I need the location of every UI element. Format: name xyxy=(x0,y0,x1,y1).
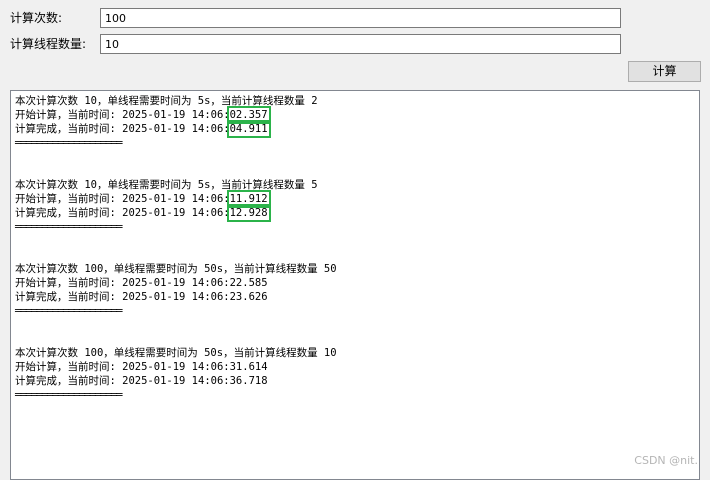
end-seconds: 36.718 xyxy=(229,375,268,387)
run-block: 本次计算次数 10，单线程需要时间为 5s，当前计算线程数量 2 开始计算，当前… xyxy=(15,94,695,150)
output-log[interactable]: 本次计算次数 10，单线程需要时间为 5s，当前计算线程数量 2 开始计算，当前… xyxy=(10,90,700,480)
end-time-line: 计算完成，当前时间: 2025-01-19 14:06:12.928 xyxy=(15,204,695,222)
threads-label: 计算线程数量: xyxy=(10,37,87,51)
separator: ════════════════════ xyxy=(15,137,122,149)
separator: ════════════════════ xyxy=(15,305,122,317)
start-prefix: 开始计算，当前时间: 2025-01-19 14:06: xyxy=(15,361,230,373)
separator: ════════════════════ xyxy=(15,221,122,233)
run-summary: 本次计算次数 100，单线程需要时间为 50s，当前计算线程数量 50 xyxy=(15,263,337,275)
run-block: 本次计算次数 100，单线程需要时间为 50s，当前计算线程数量 10 开始计算… xyxy=(15,346,695,402)
start-time-line: 开始计算，当前时间: 2025-01-19 14:06:22.585 xyxy=(15,276,695,290)
end-prefix: 计算完成，当前时间: 2025-01-19 14:06: xyxy=(15,123,230,135)
run-block: 本次计算次数 100，单线程需要时间为 50s，当前计算线程数量 50 开始计算… xyxy=(15,262,695,318)
start-prefix: 开始计算，当前时间: 2025-01-19 14:06: xyxy=(15,277,230,289)
end-prefix: 计算完成，当前时间: 2025-01-19 14:06: xyxy=(15,375,230,387)
start-prefix: 开始计算，当前时间: 2025-01-19 14:06: xyxy=(15,193,230,205)
count-input[interactable] xyxy=(100,8,621,28)
end-prefix: 计算完成，当前时间: 2025-01-19 14:06: xyxy=(15,291,230,303)
end-seconds-highlight: 12.928 xyxy=(226,204,271,222)
start-prefix: 开始计算，当前时间: 2025-01-19 14:06: xyxy=(15,109,230,121)
end-seconds: 23.626 xyxy=(229,291,268,303)
end-time-line: 计算完成，当前时间: 2025-01-19 14:06:23.626 xyxy=(15,290,695,304)
end-seconds-highlight: 04.911 xyxy=(226,120,271,138)
compute-button[interactable]: 计算 xyxy=(628,61,701,82)
start-seconds-highlight: 11.912 xyxy=(226,190,271,208)
run-summary: 本次计算次数 10，单线程需要时间为 5s，当前计算线程数量 2 xyxy=(15,95,318,107)
end-time-line: 计算完成，当前时间: 2025-01-19 14:06:04.911 xyxy=(15,120,695,138)
threads-input[interactable] xyxy=(100,34,621,54)
run-summary: 本次计算次数 100，单线程需要时间为 50s，当前计算线程数量 10 xyxy=(15,347,337,359)
run-summary: 本次计算次数 10，单线程需要时间为 5s，当前计算线程数量 5 xyxy=(15,179,318,191)
start-seconds: 22.585 xyxy=(229,277,268,289)
end-prefix: 计算完成，当前时间: 2025-01-19 14:06: xyxy=(15,207,230,219)
start-time-line: 开始计算，当前时间: 2025-01-19 14:06:31.614 xyxy=(15,360,695,374)
start-time-line: 开始计算，当前时间: 2025-01-19 14:06:11.912 xyxy=(15,190,695,208)
csdn-watermark: CSDN @nit. xyxy=(634,454,698,467)
end-time-line: 计算完成，当前时间: 2025-01-19 14:06:36.718 xyxy=(15,374,695,388)
start-seconds: 31.614 xyxy=(229,361,268,373)
run-block: 本次计算次数 10，单线程需要时间为 5s，当前计算线程数量 5 开始计算，当前… xyxy=(15,178,695,234)
start-time-line: 开始计算，当前时间: 2025-01-19 14:06:02.357 xyxy=(15,106,695,124)
count-label: 计算次数: xyxy=(10,11,63,25)
start-seconds-highlight: 02.357 xyxy=(226,106,271,124)
separator: ════════════════════ xyxy=(15,389,122,401)
